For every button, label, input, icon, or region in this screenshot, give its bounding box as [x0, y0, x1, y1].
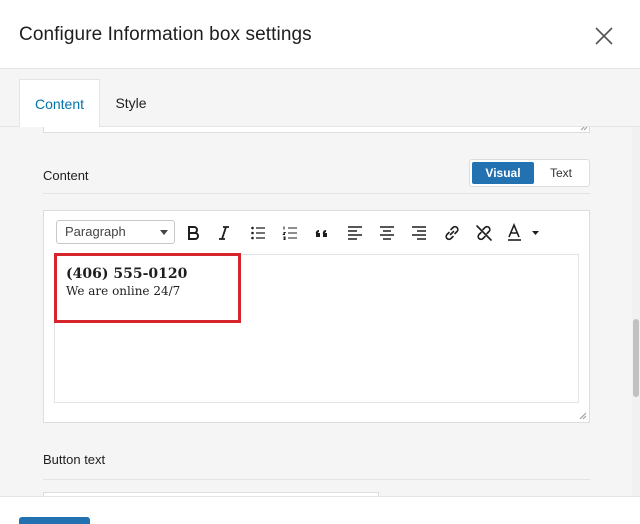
scrollbar[interactable] [632, 127, 640, 496]
text-color-icon [508, 223, 539, 241]
close-button[interactable] [590, 22, 618, 50]
unlink-button[interactable] [472, 221, 496, 245]
editor-text-area[interactable]: (406) 555-0120 We are online 24/7 [54, 254, 579, 403]
modal-header: Configure Information box settings [0, 0, 640, 69]
align-center-icon [380, 226, 394, 240]
editor-availability-line: We are online 24/7 [66, 284, 181, 298]
text-mode-button[interactable]: Text [536, 162, 586, 184]
align-right-button[interactable] [407, 221, 431, 245]
bold-icon [188, 226, 199, 240]
text-color-button[interactable] [505, 221, 541, 245]
settings-body[interactable]: Content Visual Text Paragraph (406) 555-… [0, 127, 632, 496]
numbered-list-button[interactable] [278, 221, 302, 245]
bullet-list-button[interactable] [246, 221, 270, 245]
rich-text-editor: Paragraph (406) 555-0120 We are online 2… [43, 210, 590, 423]
align-right-icon [412, 226, 426, 240]
blockquote-button[interactable] [310, 221, 334, 245]
align-center-button[interactable] [375, 221, 399, 245]
close-icon [595, 27, 613, 45]
resize-grip-icon[interactable] [579, 412, 587, 420]
editor-mode-switch: Visual Text [469, 159, 590, 187]
button-text-label: Button text [43, 452, 106, 467]
format-select-value: Paragraph [65, 224, 126, 239]
save-button[interactable] [19, 517, 90, 524]
content-label: Content [43, 168, 89, 183]
unlink-icon [476, 225, 492, 241]
tab-bar: Content Style [0, 69, 640, 128]
previous-textarea[interactable] [43, 127, 590, 133]
divider [43, 193, 590, 194]
blockquote-icon [315, 229, 327, 237]
modal-footer [0, 496, 640, 524]
divider [43, 479, 590, 480]
align-left-button[interactable] [343, 221, 367, 245]
chevron-down-icon [160, 230, 168, 235]
visual-mode-button[interactable]: Visual [472, 162, 534, 184]
bullet-list-icon [251, 226, 265, 240]
italic-button[interactable] [212, 221, 236, 245]
italic-icon [219, 226, 229, 240]
editor-phone-line: (406) 555-0120 [66, 266, 188, 282]
link-icon [445, 225, 459, 241]
bold-button[interactable] [181, 221, 205, 245]
modal-title: Configure Information box settings [19, 24, 312, 45]
tab-style[interactable]: Style [103, 79, 159, 127]
numbered-list-icon [282, 226, 297, 241]
tab-content[interactable]: Content [19, 79, 100, 128]
resize-grip-icon[interactable] [580, 127, 588, 131]
scrollbar-thumb[interactable] [633, 319, 639, 397]
paragraph-format-select[interactable]: Paragraph [56, 220, 175, 244]
align-left-icon [348, 226, 362, 240]
link-button[interactable] [440, 221, 464, 245]
